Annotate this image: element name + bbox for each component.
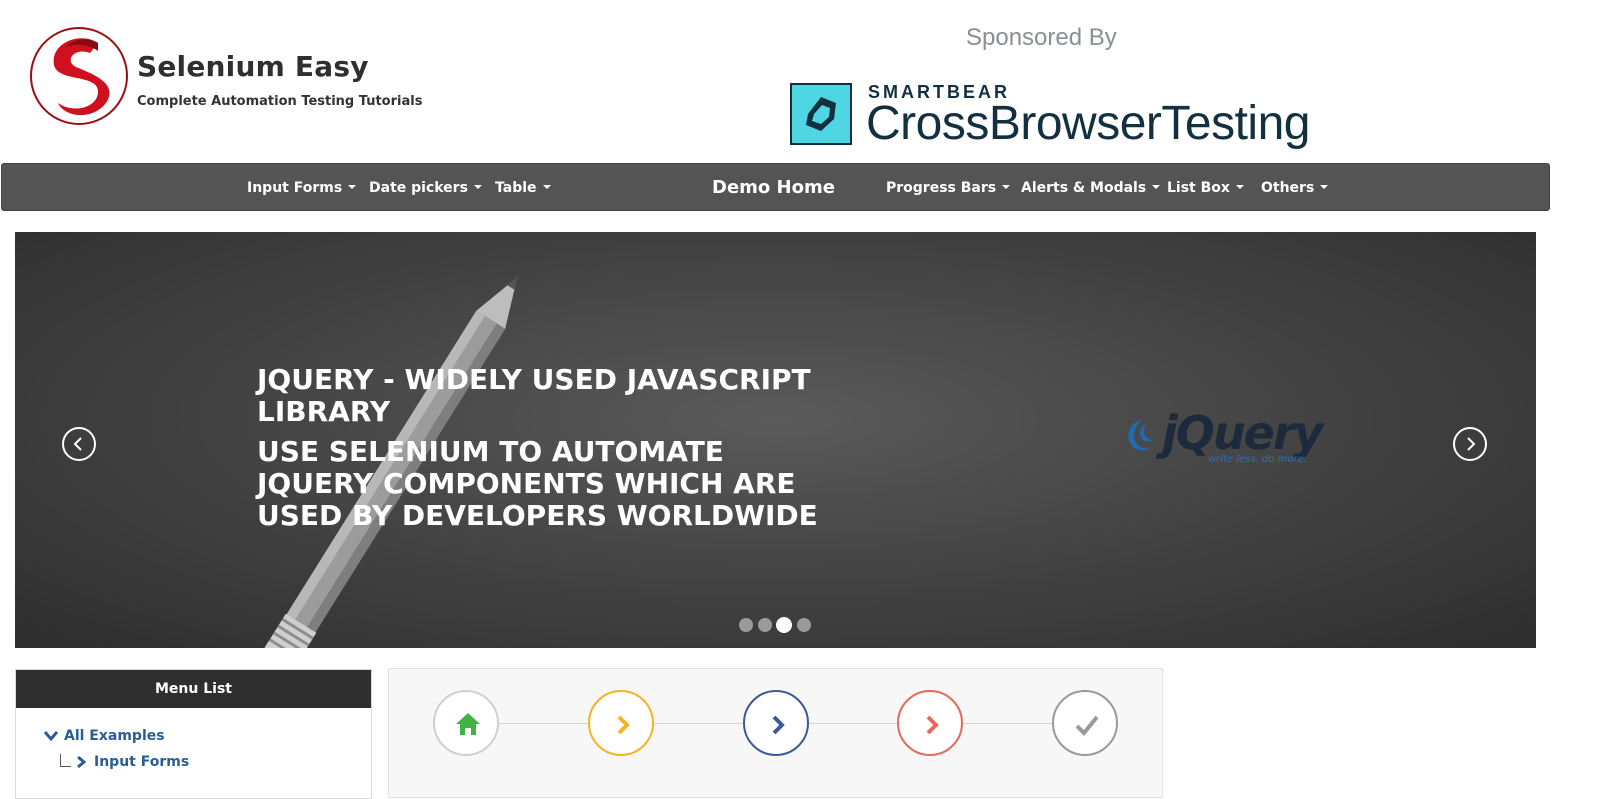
tree-item-input-forms[interactable]: Input Forms xyxy=(76,754,189,770)
nav-label: Others xyxy=(1261,180,1315,196)
step-home[interactable] xyxy=(433,690,499,756)
nav-demo-home[interactable]: Demo Home xyxy=(712,164,835,212)
carousel-prev-button[interactable] xyxy=(62,427,96,461)
caret-down-icon xyxy=(1235,185,1244,189)
carousel-dot-3[interactable] xyxy=(776,617,792,633)
chevron-right-icon xyxy=(617,715,630,735)
chevron-right-icon xyxy=(1467,437,1476,451)
caret-down-icon xyxy=(348,185,357,189)
carousel-subtitle: USE SELENIUM TO AUTOMATE JQUERY COMPONEN… xyxy=(257,435,818,532)
carousel-title: JQUERY - WIDELY USED JAVASCRIPT LIBRARY xyxy=(257,363,811,428)
smartbear-logo-icon[interactable] xyxy=(790,83,852,145)
step-5[interactable] xyxy=(1052,690,1118,756)
nav-alerts-modals[interactable]: Alerts & Modals xyxy=(1021,164,1161,212)
nav-label: Progress Bars xyxy=(886,180,997,196)
nav-label: Date pickers xyxy=(369,180,468,196)
nav-date-pickers[interactable]: Date pickers xyxy=(369,164,482,212)
nav-label: Input Forms xyxy=(247,180,343,196)
caret-down-icon xyxy=(1152,185,1161,189)
step-2[interactable] xyxy=(588,690,654,756)
sponsored-label: Sponsored By xyxy=(966,24,1117,51)
sponsor-brand-big[interactable]: CrossBrowserTesting xyxy=(866,96,1310,151)
nav-table[interactable]: Table xyxy=(495,164,551,212)
selenium-easy-logo[interactable] xyxy=(28,25,130,127)
menu-list-panel: Menu List All Examples Input Forms xyxy=(15,669,372,799)
nav-label: Alerts & Modals xyxy=(1021,180,1147,196)
caret-down-icon xyxy=(1002,185,1011,189)
chevron-left-icon xyxy=(73,437,82,451)
carousel-dot-2[interactable] xyxy=(758,618,772,632)
main-navbar: Input Forms Date pickers Table Demo Home… xyxy=(1,163,1550,211)
check-icon xyxy=(1075,715,1099,736)
tree-label: All Examples xyxy=(64,728,165,744)
chevron-right-icon xyxy=(77,755,87,769)
tree-item-all-examples[interactable]: All Examples xyxy=(43,728,165,744)
caret-down-icon xyxy=(542,185,551,189)
step-3[interactable] xyxy=(743,690,809,756)
nav-progress-bars[interactable]: Progress Bars xyxy=(886,164,1011,212)
carousel-next-button[interactable] xyxy=(1453,427,1487,461)
chevron-right-icon xyxy=(926,715,939,735)
nav-input-forms[interactable]: Input Forms xyxy=(247,164,357,212)
home-icon xyxy=(456,713,480,735)
chevron-right-icon xyxy=(772,715,785,735)
tree-connector xyxy=(60,754,71,767)
menu-list-header: Menu List xyxy=(16,670,371,708)
nav-list-box[interactable]: List Box xyxy=(1167,164,1244,212)
brand-tagline: Complete Automation Testing Tutorials xyxy=(137,94,423,109)
jquery-tagline: write less, do more. xyxy=(1208,454,1307,465)
carousel-dot-4[interactable] xyxy=(797,618,811,632)
tree-label: Input Forms xyxy=(94,754,190,770)
caret-down-icon xyxy=(473,185,482,189)
jquery-swirl-icon xyxy=(1128,420,1153,451)
nav-label: List Box xyxy=(1167,180,1230,196)
nav-others[interactable]: Others xyxy=(1261,164,1329,212)
jquery-wordmark: jQuery xyxy=(1162,406,1323,460)
nav-label: Table xyxy=(495,180,537,196)
step-4[interactable] xyxy=(897,690,963,756)
caret-down-icon xyxy=(1320,185,1329,189)
brand-name: Selenium Easy xyxy=(137,50,369,83)
chevron-down-icon xyxy=(43,731,59,742)
carousel-dot-1[interactable] xyxy=(739,618,753,632)
